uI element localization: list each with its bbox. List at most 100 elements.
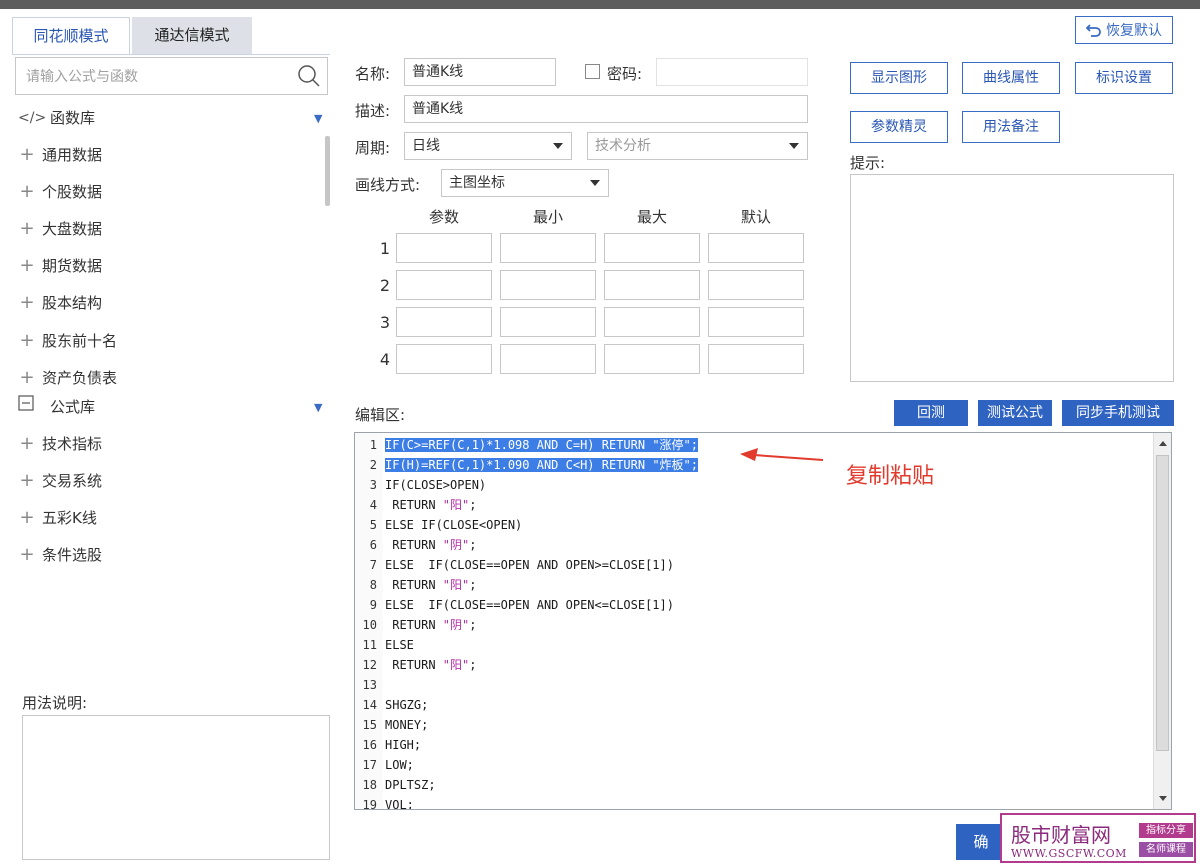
tree-item-colored-kline[interactable]: + 五彩K线 <box>18 506 96 530</box>
period-value: 日线 <box>412 138 440 154</box>
code-line[interactable]: 1 IF(C>=REF(C,1)*1.098 AND C=H) RETURN "涨… <box>355 435 698 455</box>
param-cell[interactable] <box>604 307 700 337</box>
code-line[interactable]: 8 RETURN "阳"; <box>355 575 477 595</box>
param-cell[interactable] <box>708 270 804 300</box>
line-number: 11 <box>362 638 377 652</box>
code-line[interactable]: 9 ELSE IF(CLOSE==OPEN AND OPEN<=CLOSE[1]) <box>355 595 674 615</box>
param-cell[interactable] <box>500 270 596 300</box>
curve-properties-button[interactable]: 曲线属性 <box>962 62 1060 94</box>
code-line[interactable]: 12 RETURN "阳"; <box>355 655 477 675</box>
code-line[interactable]: 11 ELSE <box>355 635 414 655</box>
tab-tonghuashun-mode[interactable]: 同花顺模式 <box>12 17 130 54</box>
code-line[interactable]: 10 RETURN "阴"; <box>355 615 477 635</box>
tree-scrollbar-thumb[interactable] <box>325 136 330 206</box>
param-cell[interactable] <box>708 233 804 263</box>
param-cell[interactable] <box>708 344 804 374</box>
tree-item-label: 技术指标 <box>42 435 103 453</box>
tree-item-market-data[interactable]: + 大盘数据 <box>18 217 102 241</box>
scrollbar-thumb[interactable] <box>1156 455 1169 751</box>
code-line[interactable]: 7 ELSE IF(CLOSE==OPEN AND OPEN>=CLOSE[1]) <box>355 555 674 575</box>
description-field[interactable]: 普通K线 <box>404 95 808 123</box>
param-cell[interactable] <box>500 233 596 263</box>
code-text: RETURN "阴"; <box>385 618 477 632</box>
tree-item-top-holders[interactable]: + 股东前十名 <box>18 329 117 353</box>
param-wizard-button[interactable]: 参数精灵 <box>850 111 948 143</box>
restore-default-button[interactable]: 恢复默认 <box>1075 16 1173 44</box>
tree-item-trading-system[interactable]: + 交易系统 <box>18 469 102 493</box>
tree-item-stock-screening[interactable]: + 条件选股 <box>18 543 102 567</box>
code-line[interactable]: 13 <box>355 675 385 695</box>
param-cell[interactable] <box>396 307 492 337</box>
param-cell[interactable] <box>396 233 492 263</box>
code-editor[interactable]: 1 IF(C>=REF(C,1)*1.098 AND C=H) RETURN "涨… <box>354 432 1172 810</box>
code-line[interactable]: 14 SHGZG; <box>355 695 429 715</box>
usage-notes-button[interactable]: 用法备注 <box>962 111 1060 143</box>
param-cell[interactable] <box>396 344 492 374</box>
param-header-default: 默认 <box>740 208 771 226</box>
tree-item-label: 股本结构 <box>42 294 103 312</box>
param-cell[interactable] <box>396 270 492 300</box>
code-text: ELSE IF(CLOSE<OPEN) <box>385 518 523 532</box>
function-library-header[interactable]: </> 函数库 <box>18 106 95 130</box>
password-field[interactable] <box>656 58 808 86</box>
param-cell[interactable] <box>500 307 596 337</box>
param-cell[interactable] <box>500 344 596 374</box>
tree-item-label: 股东前十名 <box>42 332 118 350</box>
code-line[interactable]: 4 RETURN "阳"; <box>355 495 477 515</box>
draw-mode-select[interactable]: 主图坐标 <box>441 169 609 197</box>
code-line[interactable]: 19 VOL; <box>355 795 414 809</box>
editor-scrollbar[interactable] <box>1153 433 1171 809</box>
scroll-up-icon[interactable] <box>1159 441 1167 446</box>
code-line[interactable]: 2 IF(H)=REF(C,1)*1.090 AND C<H) RETURN "炸… <box>355 455 698 475</box>
tab-tongdaxin-mode[interactable]: 通达信模式 <box>132 17 252 54</box>
code-text: RETURN "阳"; <box>385 498 477 512</box>
search-icon[interactable] <box>297 64 321 88</box>
category-select[interactable]: 技术分析 <box>587 132 808 160</box>
code-line[interactable]: 18 DPLTSZ; <box>355 775 436 795</box>
param-row-number: 2 <box>379 276 391 295</box>
code-text: DPLTSZ; <box>385 778 436 792</box>
usage-description-box[interactable] <box>22 715 330 860</box>
code-icon: </> <box>18 110 47 126</box>
line-number: 8 <box>369 578 377 592</box>
tree-item-futures-data[interactable]: + 期货数据 <box>18 254 102 278</box>
code-line[interactable]: 5 ELSE IF(CLOSE<OPEN) <box>355 515 523 535</box>
tree-item-technical-indicators[interactable]: + 技术指标 <box>18 432 102 456</box>
code-text: RETURN "阳"; <box>385 658 477 672</box>
code-line[interactable]: 17 LOW; <box>355 755 414 775</box>
test-formula-button[interactable]: 测试公式 <box>978 400 1052 426</box>
param-cell[interactable] <box>604 344 700 374</box>
search-input[interactable] <box>26 66 296 88</box>
param-cell[interactable] <box>604 270 700 300</box>
code-text: ELSE IF(CLOSE==OPEN AND OPEN>=CLOSE[1]) <box>385 558 674 572</box>
code-line[interactable]: 16 HIGH; <box>355 735 422 755</box>
tree-item-general-data[interactable]: + 通用数据 <box>18 143 102 167</box>
backtest-button[interactable]: 回测 <box>894 400 968 426</box>
mark-settings-button[interactable]: 标识设置 <box>1075 62 1173 94</box>
expand-triangle-icon[interactable]: ▼ <box>314 112 322 125</box>
tree-item-share-structure[interactable]: + 股本结构 <box>18 291 102 315</box>
param-cell[interactable] <box>604 233 700 263</box>
formula-search-box[interactable] <box>15 57 328 95</box>
password-checkbox[interactable] <box>585 64 600 79</box>
name-field[interactable]: 普通K线 <box>404 58 556 86</box>
category-value: 技术分析 <box>595 138 651 154</box>
formula-library-header[interactable]: 公式库 <box>18 395 95 419</box>
param-cell[interactable] <box>708 307 804 337</box>
code-line[interactable]: 15 MONEY; <box>355 715 429 735</box>
confirm-button[interactable]: 确 <box>956 824 1006 860</box>
description-label: 描述: <box>355 102 391 120</box>
code-line[interactable]: 6 RETURN "阴"; <box>355 535 477 555</box>
line-number: 5 <box>369 518 377 532</box>
tree-item-balance-sheet[interactable]: + 资产负债表 <box>18 366 117 390</box>
sync-mobile-test-button[interactable]: 同步手机测试 <box>1062 400 1174 426</box>
plus-icon: + <box>19 330 35 351</box>
code-line[interactable]: 3 IF(CLOSE>OPEN) <box>355 475 486 495</box>
show-graph-button[interactable]: 显示图形 <box>850 62 948 94</box>
period-select[interactable]: 日线 <box>404 132 572 160</box>
scroll-down-icon[interactable] <box>1159 796 1167 801</box>
expand-triangle-icon[interactable]: ▼ <box>314 401 322 414</box>
tree-item-stock-data[interactable]: + 个股数据 <box>18 180 102 204</box>
param-header-min: 最小 <box>532 208 563 226</box>
code-text: ELSE <box>385 638 414 652</box>
